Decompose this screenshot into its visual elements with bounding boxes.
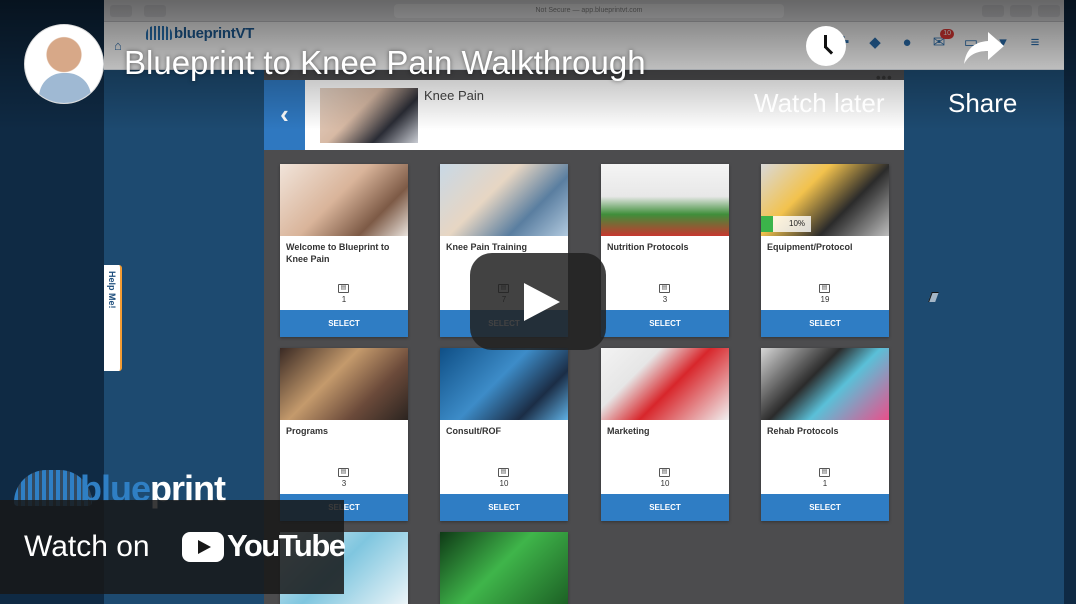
module-card: Programs ▤ 3 SELECT: [280, 348, 408, 521]
lessons-icon: ▤: [498, 468, 509, 477]
progress-tag: 10%: [761, 216, 811, 232]
card-title: Welcome to Blueprint to Knee Pain: [286, 242, 390, 264]
watch-on-youtube-button[interactable]: Watch on YouTube: [0, 500, 346, 594]
browser-toolbar: Not Secure — app.blueprintvt.com: [104, 0, 1064, 22]
lessons-icon: ▤: [819, 468, 830, 477]
video-title[interactable]: Blueprint to Knee Pain Walkthrough: [124, 44, 646, 82]
card-image: [440, 164, 568, 236]
video-right-margin: [1064, 0, 1076, 604]
avatar-shirt: [39, 73, 91, 103]
lesson-count: 10: [660, 479, 670, 488]
module-card: Welcome to Blueprint to Knee Pain ▤ 1 SE…: [280, 164, 408, 337]
card-image: [280, 348, 408, 420]
lessons-icon: ▤: [338, 468, 349, 477]
menu-icon: ≡: [1030, 34, 1040, 51]
module-card: 10% Equipment/Protocol ▤ 19 SELECT: [761, 164, 889, 337]
help-me-label: Help Me!: [107, 271, 117, 309]
help-me-tab: Help Me!: [104, 265, 122, 371]
back-button: ‹: [264, 80, 305, 150]
section-title: Knee Pain: [424, 88, 484, 103]
lesson-count: 19: [820, 295, 830, 304]
lesson-count: 3: [662, 295, 668, 304]
watch-later-button[interactable]: Watch later: [754, 88, 885, 119]
lesson-count: 1: [341, 295, 347, 304]
channel-avatar[interactable]: [24, 24, 104, 104]
lessons-icon: ▤: [819, 284, 830, 293]
select-button: SELECT: [761, 310, 889, 337]
lesson-count: 3: [341, 479, 347, 488]
select-button: SELECT: [761, 494, 889, 521]
tabs-browser-icon: [1010, 5, 1032, 17]
module-card: [440, 532, 568, 604]
section-thumbnail: [320, 88, 418, 143]
select-button: SELECT: [440, 494, 568, 521]
card-title: Consult/ROF: [446, 426, 501, 436]
select-button: SELECT: [280, 310, 408, 337]
card-image: [601, 164, 729, 236]
profile-icon: ●: [902, 34, 912, 51]
chevron-left-icon: ‹: [280, 99, 289, 129]
card-image: [280, 164, 408, 236]
share-icon[interactable]: [962, 28, 1006, 68]
clock-icon[interactable]: [806, 26, 846, 66]
notification-badge: 10: [940, 29, 954, 39]
card-image: [601, 348, 729, 420]
lessons-icon: ▤: [659, 284, 670, 293]
lesson-count: 10: [499, 479, 509, 488]
select-button: SELECT: [601, 494, 729, 521]
lesson-count: 1: [822, 479, 828, 488]
add-tab-icon: [1038, 5, 1060, 17]
youtube-wordmark: YouTube: [227, 528, 346, 563]
select-button: SELECT: [601, 310, 729, 337]
lessons-icon: ▤: [659, 468, 670, 477]
card-title: Programs: [286, 426, 329, 436]
browser-back-icon: [110, 5, 132, 17]
megaphone-icon: ✉ 10: [930, 29, 954, 52]
logo-mark-icon: [146, 26, 172, 40]
card-title: Equipment/Protocol: [767, 242, 853, 252]
card-title: Rehab Protocols: [767, 426, 839, 436]
app-logo-text: blueprintVT: [174, 25, 255, 42]
card-image: [440, 348, 568, 420]
lessons-icon: ▤: [338, 284, 349, 293]
module-card: Nutrition Protocols ▤ 3 SELECT: [601, 164, 729, 337]
diamond-icon: ◆: [869, 34, 881, 51]
sidebar-toggle-icon: [144, 5, 166, 17]
play-icon[interactable]: [470, 253, 606, 350]
youtube-logo-icon: [182, 532, 224, 562]
card-title: Nutrition Protocols: [607, 242, 689, 252]
share-button[interactable]: Share: [948, 88, 1017, 119]
card-title: Marketing: [607, 426, 650, 436]
more-dots-icon: •••: [876, 70, 893, 85]
card-image: [761, 348, 889, 420]
browser-url-bar: Not Secure — app.blueprintvt.com: [394, 4, 784, 18]
card-title: Knee Pain Training: [446, 242, 528, 252]
watch-on-label: Watch on: [24, 530, 150, 563]
module-card: Rehab Protocols ▤ 1 SELECT: [761, 348, 889, 521]
header-icon-group: ✚ ◆ ● ✉10 ▭ ▾ ≡: [834, 29, 1044, 52]
app-logo: blueprintVT: [146, 25, 254, 42]
module-card: Marketing ▤ 10 SELECT: [601, 348, 729, 521]
module-card: Consult/ROF ▤ 10 SELECT: [440, 348, 568, 521]
share-browser-icon: [982, 5, 1004, 17]
mouse-cursor: [928, 292, 939, 302]
video-embed[interactable]: Not Secure — app.blueprintvt.com ⌂ bluep…: [0, 0, 1076, 604]
home-icon: ⌂: [114, 38, 122, 53]
